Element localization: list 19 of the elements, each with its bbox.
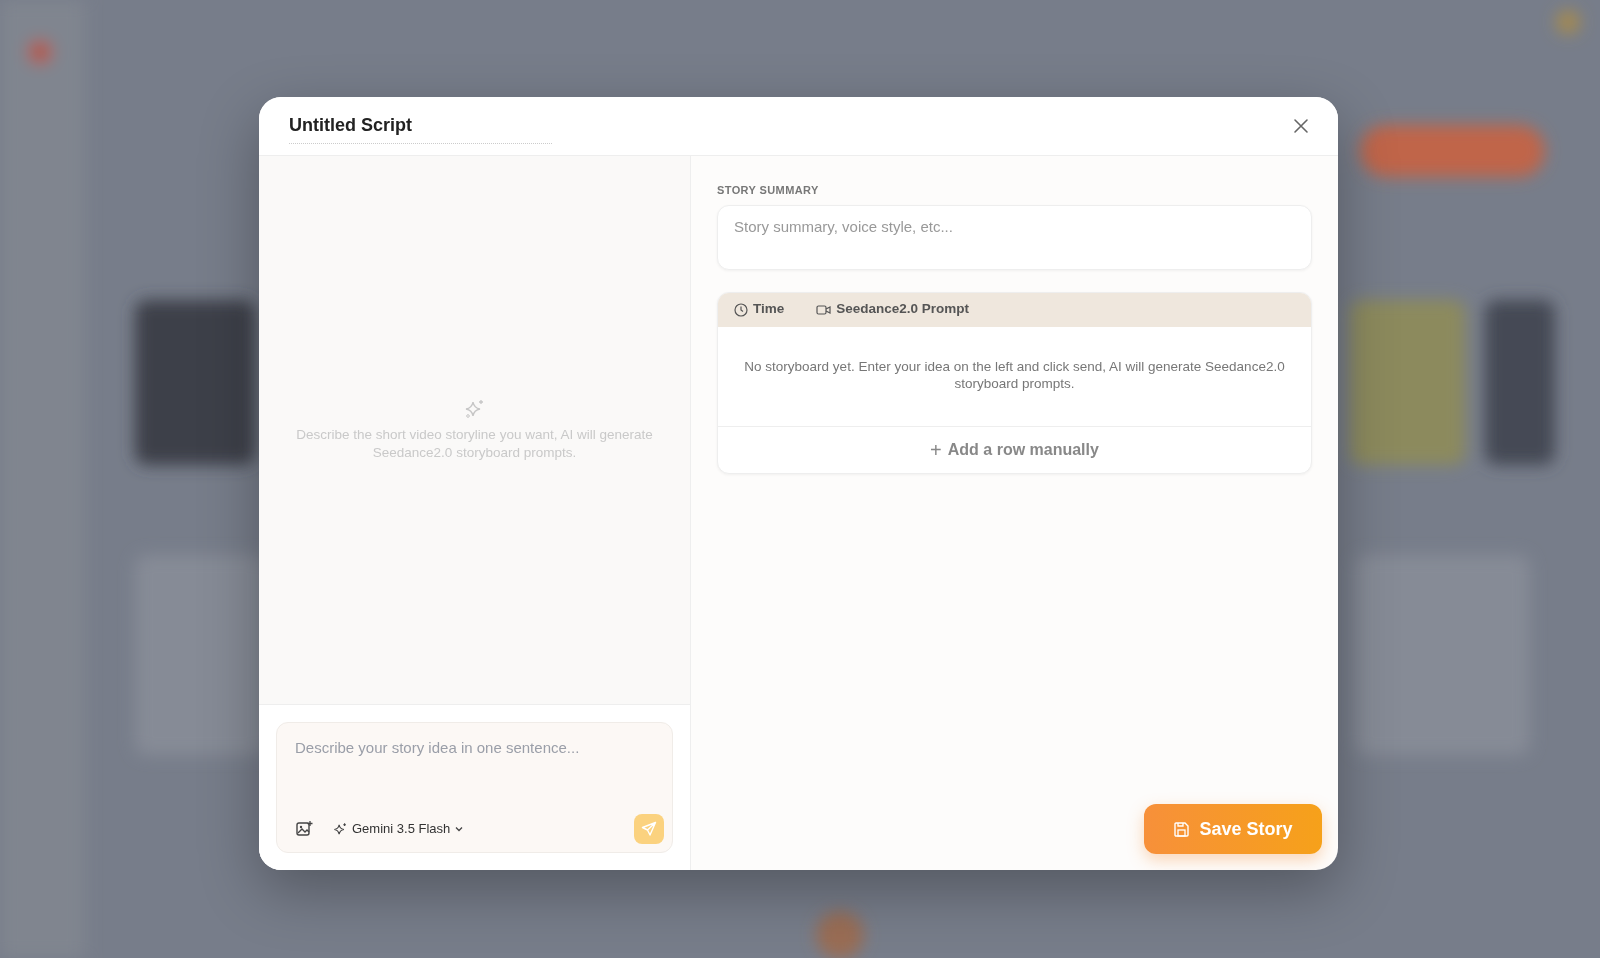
clock-icon (734, 302, 748, 317)
sparkle-icon (333, 821, 348, 837)
sparkle-icon (463, 398, 486, 421)
column-header: Seedance2.0 Prompt (836, 300, 970, 319)
save-icon (1173, 820, 1191, 838)
send-icon (641, 821, 657, 837)
video-camera-icon (816, 303, 832, 316)
empty-message: No storyboard yet. Enter your idea on the left and click send, AI will generate Seedance2.0 storyboard prompts. (718, 326, 1311, 427)
add-image-icon (295, 820, 313, 838)
section-label: STORY SUMMARY (717, 183, 820, 198)
model-selector[interactable]: Gemini 3.5 Flash (331, 817, 467, 841)
blurred-avatar (1556, 10, 1580, 34)
column-header: Time (753, 300, 785, 319)
close-icon (1292, 117, 1310, 135)
caret-icon (454, 824, 465, 834)
idea-input-field[interactable]: Describe your story idea in one sentence... Gemini 3.5 Flash (276, 722, 673, 853)
dialog-title: Untitled Script (289, 108, 552, 144)
add-row-button[interactable]: + Add a row manually (718, 426, 1311, 473)
summary-field[interactable]: Story summary, voice style, etc... (717, 204, 1312, 270)
